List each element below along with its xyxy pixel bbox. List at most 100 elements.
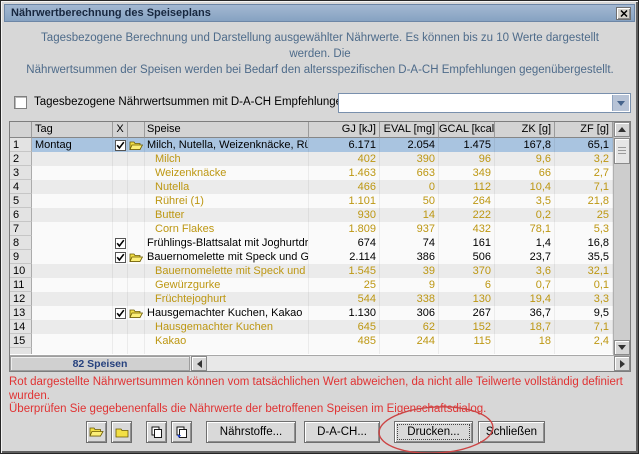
partial-row	[10, 348, 613, 354]
scroll-up-button[interactable]	[614, 122, 630, 137]
table-row[interactable]: 2Milch402390969,63,2	[10, 152, 613, 166]
cell-tag	[32, 264, 113, 278]
column-header-gcal[interactable]: GCAL [kcal]	[439, 122, 495, 138]
scroll-down-button[interactable]	[614, 340, 630, 355]
column-header-icon[interactable]	[128, 122, 145, 138]
cell-speise: Milch	[145, 152, 309, 166]
table-row[interactable]: 6Butter930142220,225	[10, 208, 613, 222]
table-row[interactable]: 11Gewürzgurke25960,70,1	[10, 278, 613, 292]
cell-speise: Bauernomelette mit Speck und Gem..	[145, 250, 309, 264]
table-row[interactable]: 1MontagMilch, Nutella, Weizenknäcke, Rüh…	[10, 138, 613, 152]
cell-speise: Weizenknäcke	[145, 166, 309, 180]
naehrstoffe-button[interactable]: Nährstoffe...	[206, 421, 296, 443]
cell-icon	[128, 152, 145, 166]
cell-gj: 1.130	[309, 306, 380, 320]
cell-zk: 18,7	[495, 320, 555, 334]
row-checkbox[interactable]	[113, 236, 128, 250]
title-bar[interactable]: Nährwertberechnung des Speiseplans	[4, 4, 635, 22]
cell-zf: 25	[555, 208, 613, 222]
cell-eval: 306	[380, 306, 439, 320]
cell-tag	[32, 334, 113, 348]
table-row[interactable]: 14Hausgemachter Kuchen6456215218,77,1	[10, 320, 613, 334]
cell-gcal: 152	[439, 320, 495, 334]
dach-button[interactable]: D-A-CH...	[304, 421, 380, 443]
open-plan-button[interactable]	[86, 421, 107, 443]
compare-row: Tagesbezogene Nährwertsummen mit D-A-CH …	[13, 93, 629, 113]
close-button[interactable]	[616, 7, 631, 20]
cell-gj: 544	[309, 292, 380, 306]
drucken-button[interactable]: Drucken...	[394, 421, 473, 443]
cell-gcal: 370	[439, 264, 495, 278]
cell-gcal: 112	[439, 180, 495, 194]
column-header-speise[interactable]: Speise	[145, 122, 309, 138]
cell-gcal: 432	[439, 222, 495, 236]
compare-dropdown[interactable]	[338, 93, 631, 113]
schliessen-button[interactable]: Schließen	[478, 421, 545, 443]
cell-tag	[32, 278, 113, 292]
table-row[interactable]: 13Hausgemachter Kuchen, Kakao1.130306267…	[10, 306, 613, 320]
cell-num: 6	[10, 208, 32, 222]
cell-gcal: 1.475	[439, 138, 495, 152]
cell-zk: 0,2	[495, 208, 555, 222]
cell-num: 10	[10, 264, 32, 278]
scroll-left-button[interactable]	[191, 356, 207, 371]
table-row[interactable]: 8Frühlings-Blattsalat mit Joghurtdres..6…	[10, 236, 613, 250]
cell-tag	[32, 208, 113, 222]
cell-zk: 0,7	[495, 278, 555, 292]
cell-zk: 66	[495, 166, 555, 180]
copy-special-button[interactable]	[171, 421, 192, 443]
cell-tag: Montag	[32, 138, 113, 152]
table-row[interactable]: 3Weizenknäcke1.463663349662,7	[10, 166, 613, 180]
checkmark-icon	[115, 308, 126, 319]
column-header-eval[interactable]: EVAL [mg]	[380, 122, 439, 138]
row-checkbox[interactable]	[113, 250, 128, 264]
new-folder-button[interactable]	[111, 421, 132, 443]
table-row[interactable]: 9Bauernomelette mit Speck und Gem..2.114…	[10, 250, 613, 264]
column-header-tag[interactable]: Tag	[32, 122, 113, 138]
table-row[interactable]: 5Rührei (1)1.101502643,521,8	[10, 194, 613, 208]
cell-zk: 23,7	[495, 250, 555, 264]
cell-zk: 78,1	[495, 222, 555, 236]
row-checkbox[interactable]	[113, 138, 128, 152]
cell-zk: 167,8	[495, 138, 555, 152]
compare-dropdown-arrow[interactable]	[612, 95, 629, 111]
folder-open-icon	[129, 308, 143, 319]
cell-gj: 466	[309, 180, 380, 194]
column-header-gj[interactable]: GJ [kJ]	[309, 122, 380, 138]
cell-tag	[32, 222, 113, 236]
cell-tag	[32, 236, 113, 250]
column-header-num[interactable]	[10, 122, 32, 138]
cell-x	[113, 208, 128, 222]
vertical-scrollbar-thumb[interactable]	[614, 138, 630, 164]
table-row[interactable]: 7Corn Flakes1.80993743278,15,3	[10, 222, 613, 236]
cell-eval: 9	[380, 278, 439, 292]
cell-tag	[32, 166, 113, 180]
column-header-zk[interactable]: ZK [g]	[495, 122, 555, 138]
cell-icon	[128, 278, 145, 292]
column-header-x[interactable]: X	[113, 122, 128, 138]
compare-checkbox[interactable]	[14, 96, 27, 109]
checkmark-icon	[115, 238, 126, 249]
table-row[interactable]: 15Kakao485244115182,4	[10, 334, 613, 348]
cell-speise: Nutella	[145, 180, 309, 194]
thumb-grip	[618, 147, 626, 156]
table-row[interactable]: 12Früchtejoghurt54433813019,43,3	[10, 292, 613, 306]
cell-speise: Corn Flakes	[145, 222, 309, 236]
cell-gj: 6.171	[309, 138, 380, 152]
cell-speise: Milch, Nutella, Weizenknäcke, Rühre..	[145, 138, 309, 152]
cell-eval: 386	[380, 250, 439, 264]
vertical-scrollbar[interactable]	[613, 122, 630, 355]
cell-speise: Frühlings-Blattsalat mit Joghurtdres..	[145, 236, 309, 250]
copy-button[interactable]	[146, 421, 167, 443]
scroll-right-button[interactable]	[614, 356, 630, 371]
cell-gcal: 96	[439, 152, 495, 166]
table-row[interactable]: 10Bauernomelette mit Speck und Ge..1.545…	[10, 264, 613, 278]
cell-tag	[32, 306, 113, 320]
horizontal-scrollbar[interactable]	[190, 356, 630, 371]
cell-zf: 21,8	[555, 194, 613, 208]
row-checkbox[interactable]	[113, 306, 128, 320]
cell-eval: 663	[380, 166, 439, 180]
column-header-zf[interactable]: ZF [g]	[555, 122, 613, 138]
table-row[interactable]: 4Nutella466011210,47,1	[10, 180, 613, 194]
cell-zf: 3,3	[555, 292, 613, 306]
